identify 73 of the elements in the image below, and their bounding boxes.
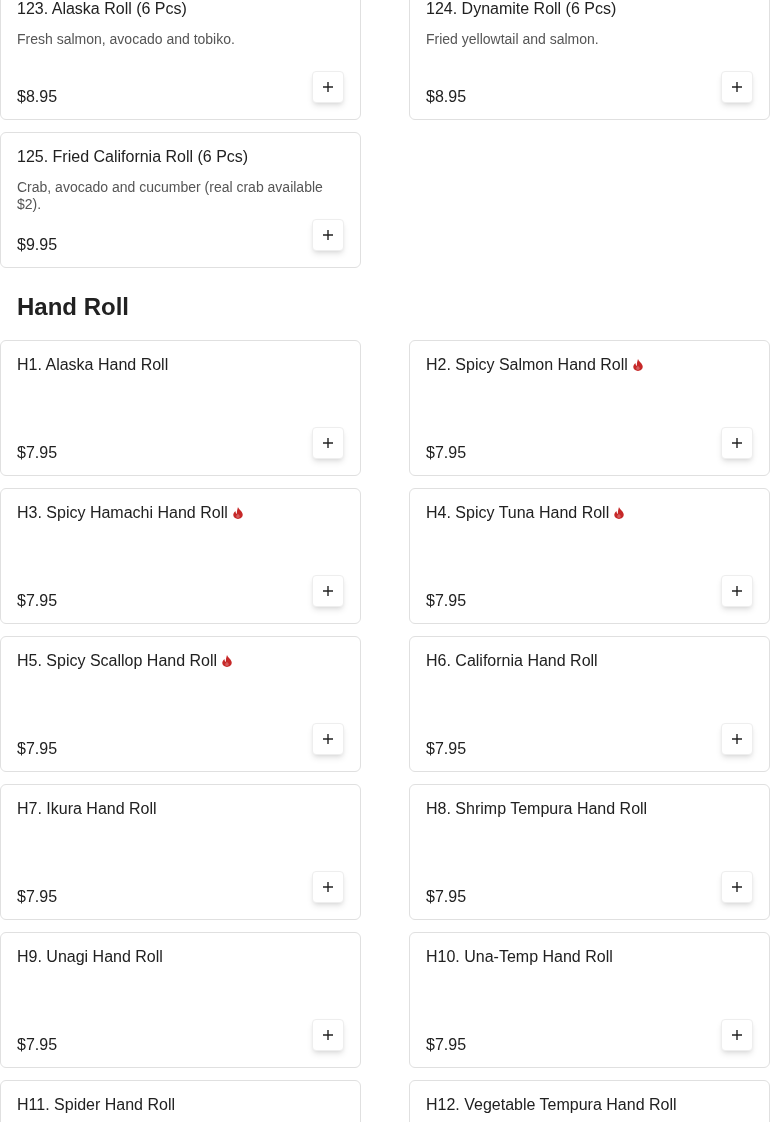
plus-icon [732, 882, 742, 892]
add-button[interactable] [312, 71, 344, 103]
plus-icon [323, 82, 333, 92]
item-price: $7.95 [17, 443, 58, 463]
item-title: H9. Unagi Hand Roll [17, 947, 163, 967]
add-button[interactable] [312, 427, 344, 459]
item-price: $7.95 [426, 591, 467, 611]
item-title: H8. Shrimp Tempura Hand Roll [426, 799, 648, 819]
item-title: H12. Vegetable Tempura Hand Roll [426, 1095, 677, 1115]
item-title: H11. Spider Hand Roll [17, 1095, 175, 1115]
item-description: Fried yellowtail and salmon. [426, 31, 600, 48]
item-title: H6. California Hand Roll [426, 651, 598, 671]
menu-item-card[interactable]: H5. Spicy Scallop Hand Roll $7.95 [0, 636, 361, 772]
menu-item-card[interactable]: H8. Shrimp Tempura Hand Roll $7.95 [409, 784, 770, 920]
menu-item-card[interactable]: 124. Dynamite Roll (6 Pcs) Fried yellowtail and salmon. $8.95 [409, 0, 770, 120]
add-button[interactable] [721, 723, 753, 755]
menu-item-card[interactable]: H9. Unagi Hand Roll $7.95 [0, 932, 361, 1068]
item-title: H7. Ikura Hand Roll [17, 799, 157, 819]
add-button[interactable] [312, 575, 344, 607]
plus-icon [323, 1030, 333, 1040]
menu-item-card[interactable]: 125. Fried California Roll (6 Pcs) Crab, avocado and cucumber (real crab available $2). $9.95 [0, 132, 361, 268]
item-title: 123. Alaska Roll (6 Pcs) [17, 0, 187, 19]
add-button[interactable] [312, 723, 344, 755]
plus-icon [732, 82, 742, 92]
menu-item-card[interactable]: H6. California Hand Roll $7.95 [409, 636, 770, 772]
add-button[interactable] [312, 871, 344, 903]
plus-icon [323, 586, 333, 596]
add-button[interactable] [312, 219, 344, 251]
item-price: $8.95 [17, 87, 58, 107]
add-button[interactable] [312, 1019, 344, 1051]
item-price: $7.95 [426, 887, 467, 907]
add-button[interactable] [721, 427, 753, 459]
add-button[interactable] [721, 71, 753, 103]
item-price: $7.95 [426, 739, 467, 759]
item-price: $7.95 [17, 591, 58, 611]
menu-item-card[interactable]: H11. Spider Hand Roll [0, 1080, 361, 1122]
menu-item-card[interactable]: H4. Spicy Tuna Hand Roll $7.95 [409, 488, 770, 624]
item-price: $7.95 [17, 887, 58, 907]
menu-item-card[interactable]: H7. Ikura Hand Roll $7.95 [0, 784, 361, 920]
plus-icon [323, 882, 333, 892]
plus-icon [732, 734, 742, 744]
item-description: Crab, avocado and cucumber (real crab available $2). [17, 179, 324, 213]
item-title: H4. Spicy Tuna Hand Roll [426, 503, 610, 523]
add-button[interactable] [721, 871, 753, 903]
item-price: $7.95 [426, 1035, 467, 1055]
item-title: H5. Spicy Scallop Hand Roll [17, 651, 218, 671]
plus-icon [732, 586, 742, 596]
plus-icon [323, 230, 333, 240]
item-title: H2. Spicy Salmon Hand Roll [426, 355, 628, 375]
menu-item-card[interactable]: H10. Una-Temp Hand Roll $7.95 [409, 932, 770, 1068]
item-price: $7.95 [426, 443, 467, 463]
item-price: $8.95 [426, 87, 467, 107]
plus-icon [732, 1030, 742, 1040]
item-title: H1. Alaska Hand Roll [17, 355, 169, 375]
item-description: Fresh salmon, avocado and tobiko. [17, 31, 236, 48]
menu-item-card[interactable]: H12. Vegetable Tempura Hand Roll [409, 1080, 770, 1122]
item-title: 124. Dynamite Roll (6 Pcs) [426, 0, 617, 19]
section-heading: Hand Roll [16, 292, 130, 322]
add-button[interactable] [721, 575, 753, 607]
item-price: $7.95 [17, 739, 58, 759]
menu-item-card[interactable]: 123. Alaska Roll (6 Pcs) Fresh salmon, avocado and tobiko. $8.95 [0, 0, 361, 120]
plus-icon [323, 438, 333, 448]
plus-icon [323, 734, 333, 744]
add-button[interactable] [721, 1019, 753, 1051]
item-price: $7.95 [17, 1035, 58, 1055]
menu-item-card[interactable]: H3. Spicy Hamachi Hand Roll $7.95 [0, 488, 361, 624]
item-title: H3. Spicy Hamachi Hand Roll [17, 503, 228, 523]
item-title: H10. Una-Temp Hand Roll [426, 947, 613, 967]
plus-icon [732, 438, 742, 448]
menu-item-card[interactable]: H2. Spicy Salmon Hand Roll $7.95 [409, 340, 770, 476]
menu-item-card[interactable]: H1. Alaska Hand Roll $7.95 [0, 340, 361, 476]
item-price: $9.95 [17, 235, 58, 255]
item-title: 125. Fried California Roll (6 Pcs) [17, 147, 249, 167]
